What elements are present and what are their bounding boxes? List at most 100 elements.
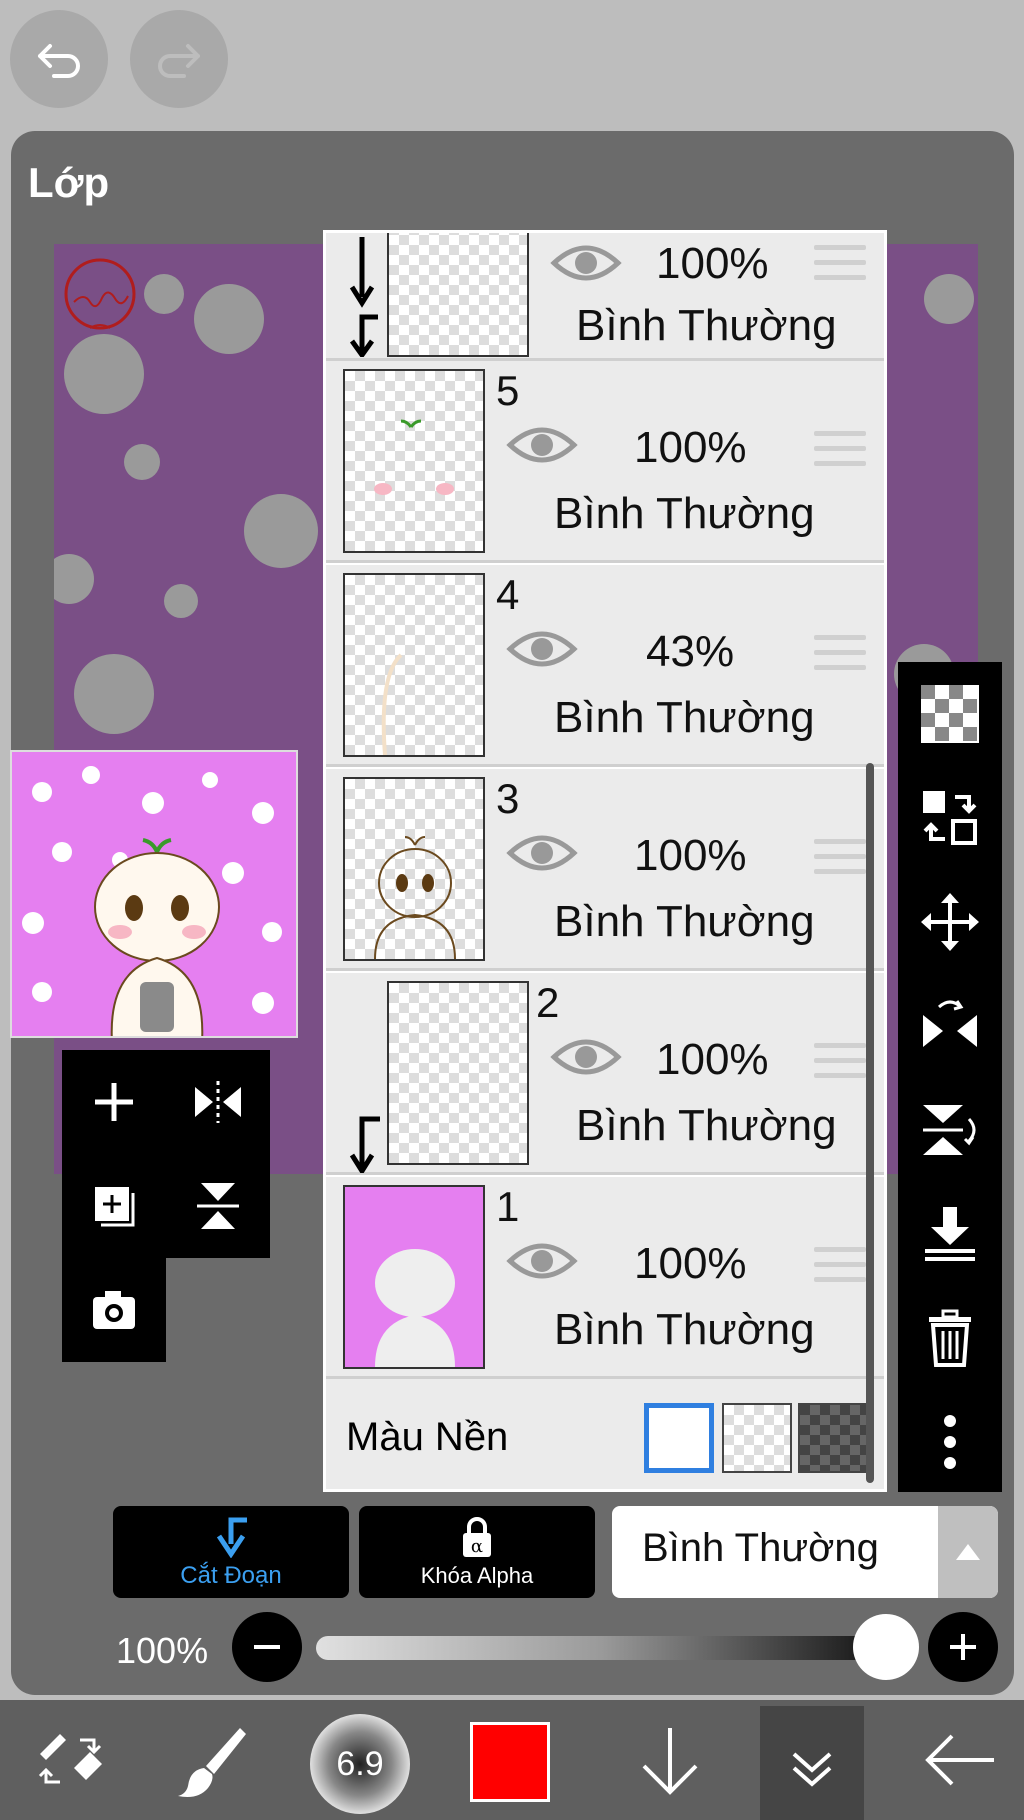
background-dark-checker-option[interactable]: [798, 1403, 868, 1473]
background-white-option[interactable]: [644, 1403, 714, 1473]
layer-opacity: 100%: [656, 1035, 769, 1084]
more-options-button[interactable]: [898, 1390, 1002, 1494]
flip-horizontal-button[interactable]: [166, 1050, 270, 1154]
opacity-control: 100%: [0, 1612, 1024, 1690]
arrow-left-icon: [925, 1734, 994, 1786]
tool-swap-button[interactable]: [20, 1700, 120, 1820]
layer-down-button[interactable]: [620, 1700, 720, 1820]
layer-row[interactable]: 1 100% Bình Thường: [326, 1177, 884, 1379]
swap-icon: [923, 791, 977, 845]
background-transparent-option[interactable]: [722, 1403, 792, 1473]
lock-icon: α: [463, 1517, 491, 1557]
layer-row[interactable]: 3 100% Bình Thường: [326, 769, 884, 971]
layer-row[interactable]: 2 100% Bình Thường: [326, 973, 884, 1175]
clipping-arrow-icon: [349, 237, 378, 357]
drag-handle-icon[interactable]: [814, 1043, 866, 1079]
eye-icon[interactable]: [550, 239, 622, 287]
flip-horizontal-right-button[interactable]: [898, 974, 1002, 1078]
eye-icon[interactable]: [506, 1237, 578, 1285]
double-chevron-down-icon: [792, 1752, 832, 1787]
layer-list[interactable]: 100% Bình Thường 5 100% Bình Thường 4 43…: [323, 230, 887, 1492]
layer-thumbnail[interactable]: [387, 981, 529, 1165]
transparency-button[interactable]: [898, 662, 1002, 766]
flip-vertical-icon: [197, 1183, 239, 1229]
flip-vertical-button[interactable]: [166, 1154, 270, 1258]
alpha-lock-label: Khóa Alpha: [420, 1563, 534, 1588]
duplicate-layer-button[interactable]: [62, 1154, 166, 1258]
drag-handle-icon[interactable]: [814, 635, 866, 671]
redo-icon: [158, 44, 200, 78]
minus-icon: [254, 1645, 280, 1649]
camera-import-button[interactable]: [62, 1258, 166, 1362]
more-vertical-icon: [944, 1415, 956, 1469]
drag-handle-icon[interactable]: [814, 245, 866, 281]
clipping-button[interactable]: Cắt Đoạn: [113, 1506, 349, 1598]
character-illustration: [94, 838, 220, 1036]
signature-logo: [64, 258, 136, 330]
delete-layer-button[interactable]: [898, 1286, 1002, 1390]
drag-handle-icon[interactable]: [814, 431, 866, 467]
opacity-slider-knob[interactable]: [853, 1614, 919, 1680]
clipping-icon: [216, 1517, 247, 1558]
plus-icon: [950, 1634, 976, 1660]
drag-handle-icon[interactable]: [814, 1247, 866, 1283]
background-color-row: Màu Nền: [326, 1379, 884, 1489]
layer-thumbnail[interactable]: [387, 233, 529, 357]
clipping-arrow-icon: [349, 1116, 380, 1173]
alpha-lock-button[interactable]: α Khóa Alpha: [359, 1506, 595, 1598]
canvas-thumbnail[interactable]: [10, 750, 298, 1038]
layer-blend-mode: Bình Thường: [576, 1101, 837, 1150]
camera-icon: [93, 1291, 135, 1329]
brush-tool-button[interactable]: [160, 1700, 260, 1820]
flip-vertical-right-button[interactable]: [898, 1078, 1002, 1182]
eye-icon[interactable]: [506, 625, 578, 673]
layer-thumbnail[interactable]: [343, 573, 485, 757]
svg-text:α: α: [471, 1536, 483, 1557]
opacity-slider-track[interactable]: [316, 1636, 886, 1660]
eye-icon[interactable]: [550, 1033, 622, 1081]
undo-icon: [38, 44, 80, 78]
dropdown-arrow-icon[interactable]: [938, 1506, 998, 1598]
layer-blend-mode: Bình Thường: [576, 301, 837, 350]
current-color-swatch[interactable]: [470, 1722, 550, 1802]
layer-thumbnail[interactable]: [343, 1185, 485, 1369]
layer-thumbnail[interactable]: [343, 777, 485, 961]
eye-icon[interactable]: [506, 421, 578, 469]
layer-panel-toggle-button[interactable]: [760, 1706, 864, 1820]
move-button[interactable]: [898, 870, 1002, 974]
bottom-toolbar: 6.9: [0, 1700, 1024, 1820]
undo-button[interactable]: [10, 10, 108, 108]
layer-row[interactable]: 100% Bình Thường: [326, 233, 884, 361]
layer-thumbnail[interactable]: [343, 369, 485, 553]
merge-down-button[interactable]: [898, 1182, 1002, 1286]
clipping-label: Cắt Đoạn: [180, 1562, 282, 1589]
opacity-increase-button[interactable]: [928, 1612, 998, 1682]
redo-button[interactable]: [130, 10, 228, 108]
layer-action-row: Cắt Đoạn α Khóa Alpha Bình Thường: [0, 1506, 1024, 1598]
layer-opacity: 100%: [634, 1239, 747, 1288]
layer-row[interactable]: 5 100% Bình Thường: [326, 361, 884, 563]
flip-horizontal-icon: [923, 1000, 977, 1047]
layer-number: 2: [536, 979, 560, 1026]
brush-size-indicator[interactable]: 6.9: [310, 1714, 410, 1814]
merge-down-icon: [925, 1207, 975, 1261]
layer-opacity: 100%: [656, 239, 769, 288]
blend-mode-select[interactable]: Bình Thường: [612, 1506, 998, 1598]
plus-icon: [95, 1083, 133, 1121]
eye-icon[interactable]: [506, 829, 578, 877]
move-icon: [921, 893, 979, 951]
opacity-decrease-button[interactable]: [232, 1612, 302, 1682]
arrow-down-icon: [642, 1728, 698, 1795]
layer-opacity: 100%: [634, 423, 747, 472]
right-tool-group: [898, 662, 1002, 1492]
drag-handle-icon[interactable]: [814, 839, 866, 875]
back-button[interactable]: [910, 1700, 1010, 1820]
panel-title: Lớp: [28, 159, 110, 206]
add-layer-button[interactable]: [62, 1050, 166, 1154]
layer-opacity: 43%: [646, 627, 735, 676]
layer-blend-mode: Bình Thường: [554, 1305, 815, 1354]
swap-layer-button[interactable]: [898, 766, 1002, 870]
layer-list-scrollbar[interactable]: [866, 763, 874, 1483]
layer-number: 1: [496, 1183, 520, 1230]
layer-row[interactable]: 4 43% Bình Thường: [326, 565, 884, 767]
